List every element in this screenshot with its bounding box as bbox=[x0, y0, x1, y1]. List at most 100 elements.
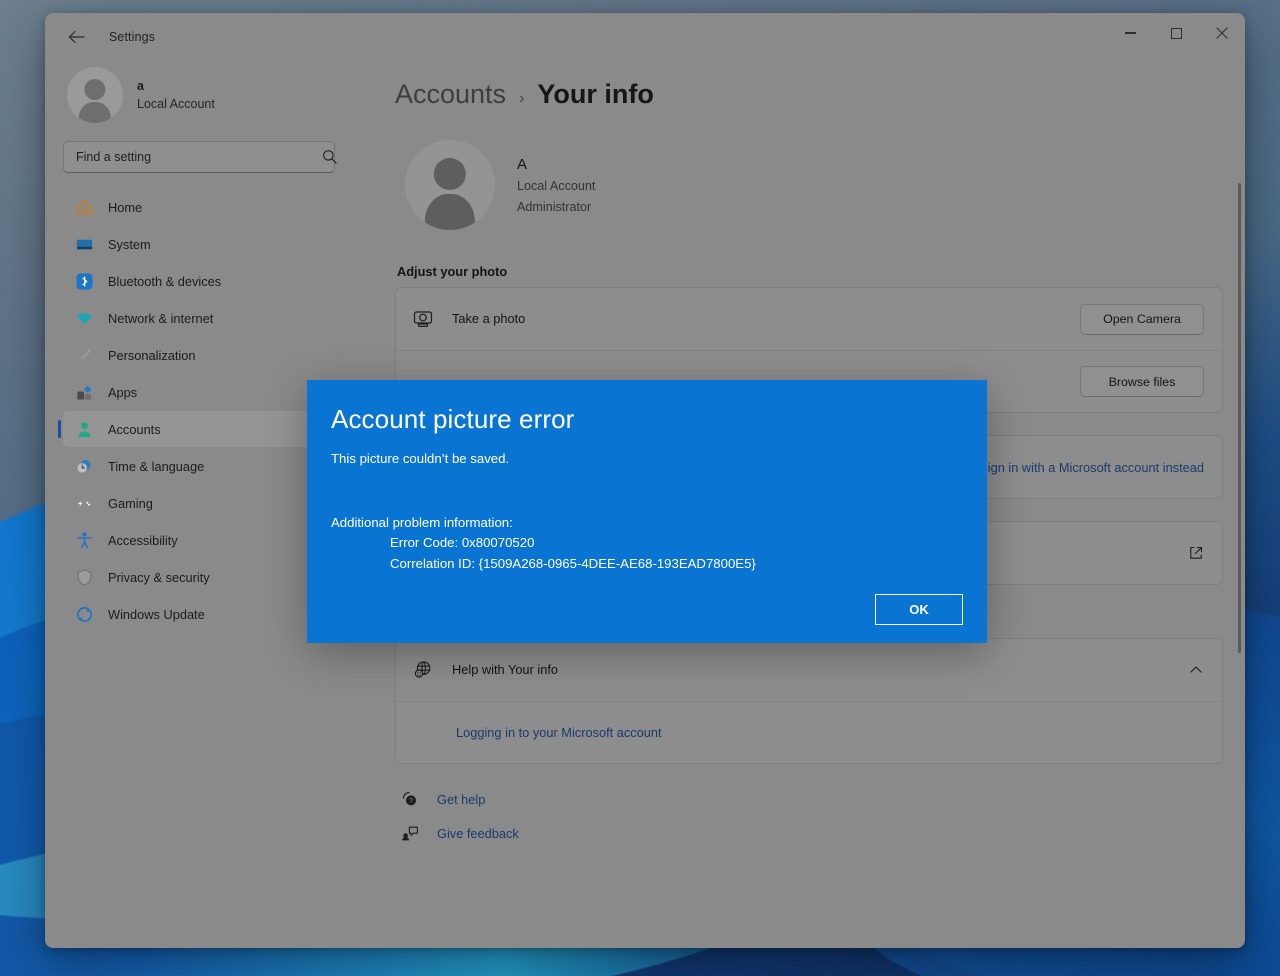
avatar bbox=[67, 67, 123, 123]
privacy-icon bbox=[77, 568, 92, 586]
system-icon bbox=[76, 239, 93, 249]
back-button[interactable] bbox=[59, 22, 93, 52]
take-photo-main: Take a photo bbox=[452, 310, 1062, 328]
sidebar-item-label: Accessibility bbox=[108, 532, 178, 548]
sidebar-item-label: Time & language bbox=[108, 458, 205, 474]
support-link-row[interactable]: Logging in to your Microsoft account bbox=[396, 701, 1222, 763]
profile-text: a Local Account bbox=[137, 77, 215, 113]
home-icon bbox=[77, 200, 92, 215]
title-bar: Settings bbox=[45, 13, 1245, 61]
bluetooth-icon bbox=[76, 272, 93, 290]
sidebar-item-label: Network & internet bbox=[108, 310, 214, 326]
sidebar-item-system[interactable]: System bbox=[63, 226, 351, 262]
dialog-actions: OK bbox=[331, 594, 963, 643]
get-help-icon: ? bbox=[402, 792, 416, 806]
personalization-icon bbox=[80, 348, 92, 360]
sidebar-item-label: Apps bbox=[108, 384, 138, 400]
window-controls bbox=[1107, 13, 1245, 61]
search-input[interactable]: Find a setting bbox=[63, 141, 335, 173]
dialog-additional-info: Additional problem information: Error Co… bbox=[331, 513, 963, 574]
sidebar-item-network[interactable]: Network & internet bbox=[63, 300, 351, 336]
apps-icon bbox=[77, 384, 92, 400]
dialog-info-heading: Additional problem information: bbox=[331, 514, 513, 530]
settings-window: Settings a Local Account Find a setting … bbox=[45, 13, 1245, 948]
desktop-background: Settings a Local Account Find a setting … bbox=[0, 0, 1280, 976]
close-icon bbox=[1216, 27, 1228, 39]
account-type: Local Account bbox=[517, 179, 596, 194]
external-link-icon bbox=[1190, 546, 1203, 559]
gaming-icon bbox=[76, 499, 93, 508]
svg-text:?: ? bbox=[409, 798, 413, 805]
arrow-left-icon bbox=[68, 30, 85, 44]
sidebar-item-label: Gaming bbox=[108, 495, 153, 511]
related-support-card: Q Help with Your info Logging in to your… bbox=[395, 638, 1223, 764]
update-icon bbox=[76, 606, 93, 622]
account-avatar bbox=[405, 140, 495, 230]
profile-account-type: Local Account bbox=[137, 97, 215, 111]
chevron-right-icon: › bbox=[519, 90, 525, 107]
sidebar-item-label: Personalization bbox=[108, 347, 196, 363]
help-row-main: Help with Your info bbox=[452, 661, 1170, 679]
account-name: A bbox=[517, 155, 528, 173]
network-icon bbox=[76, 312, 93, 324]
page-title: Your info bbox=[537, 79, 654, 109]
window-title: Settings bbox=[109, 30, 155, 44]
sidebar-item-personalization[interactable]: Personalization bbox=[63, 337, 351, 373]
give-feedback-link[interactable]: Give feedback bbox=[401, 824, 1223, 842]
footer-links: ? Get help Give feedback bbox=[401, 790, 1223, 842]
help-with-your-info-row[interactable]: Q Help with Your info bbox=[396, 639, 1222, 701]
search-placeholder: Find a setting bbox=[76, 150, 152, 164]
sidebar-item-label: Accounts bbox=[108, 421, 161, 437]
breadcrumb-parent[interactable]: Accounts bbox=[395, 79, 506, 110]
sidebar-item-label: Bluetooth & devices bbox=[108, 273, 222, 289]
sidebar-item-label: Privacy & security bbox=[108, 569, 210, 585]
dialog-correlation-id: Correlation ID: {1509A268-0965-4DEE-AE68… bbox=[390, 555, 756, 571]
breadcrumb: Accounts › Your info bbox=[395, 79, 1223, 110]
support-link[interactable]: Logging in to your Microsoft account bbox=[456, 725, 662, 740]
help-row-title: Help with Your info bbox=[452, 662, 558, 678]
account-details: A Local Account Administrator bbox=[517, 153, 595, 217]
browse-files-button[interactable]: Browse files bbox=[1080, 366, 1204, 397]
chevron-up-icon bbox=[1190, 666, 1202, 673]
accessibility-icon bbox=[77, 531, 92, 548]
search-container: Find a setting bbox=[63, 141, 351, 173]
dialog-error-code: Error Code: 0x80070520 bbox=[390, 535, 535, 551]
profile-name: a bbox=[137, 78, 144, 93]
open-camera-button[interactable]: Open Camera bbox=[1080, 303, 1204, 335]
dialog-message: This picture couldn’t be saved. bbox=[331, 451, 510, 467]
time-icon bbox=[77, 459, 91, 473]
get-help-link[interactable]: ? Get help bbox=[401, 790, 1223, 808]
scrollbar-thumb[interactable] bbox=[1238, 183, 1241, 653]
sidebar-item-label: System bbox=[108, 236, 151, 252]
account-hero: A Local Account Administrator bbox=[405, 140, 1223, 230]
help-globe-icon: Q bbox=[414, 661, 431, 678]
minimize-button[interactable] bbox=[1107, 13, 1153, 53]
camera-icon bbox=[413, 311, 433, 328]
svg-text:Q: Q bbox=[417, 672, 421, 678]
sidebar-item-label: Windows Update bbox=[108, 606, 205, 622]
person-glyph-icon bbox=[67, 67, 123, 123]
take-photo-row: Take a photo Open Camera bbox=[396, 288, 1222, 350]
ok-button[interactable]: OK bbox=[875, 594, 963, 625]
account-role: Administrator bbox=[517, 199, 592, 214]
maximize-button[interactable] bbox=[1153, 13, 1199, 53]
scrollbar[interactable] bbox=[1237, 183, 1241, 948]
sidebar-item-bluetooth[interactable]: Bluetooth & devices bbox=[63, 263, 351, 299]
search-icon bbox=[323, 150, 337, 164]
sign-in-microsoft-link[interactable]: Sign in with a Microsoft account instead bbox=[979, 460, 1204, 475]
account-picture-error-dialog: Account picture error This picture could… bbox=[307, 380, 987, 643]
take-photo-label: Take a photo bbox=[452, 311, 526, 327]
sidebar-item-label: Home bbox=[108, 199, 143, 215]
get-help-label: Get help bbox=[437, 791, 486, 807]
sidebar-profile[interactable]: a Local Account bbox=[63, 61, 351, 137]
sidebar-item-home[interactable]: Home bbox=[63, 189, 351, 225]
support-link-main: Logging in to your Microsoft account bbox=[412, 724, 1204, 742]
minimize-icon bbox=[1124, 32, 1136, 34]
dialog-title: Account picture error bbox=[331, 404, 575, 434]
adjust-photo-heading: Adjust your photo bbox=[397, 264, 508, 279]
maximize-icon bbox=[1170, 27, 1182, 39]
accounts-icon bbox=[78, 421, 91, 437]
give-feedback-icon bbox=[402, 826, 418, 841]
give-feedback-label: Give feedback bbox=[437, 825, 519, 841]
close-button[interactable] bbox=[1199, 13, 1245, 53]
